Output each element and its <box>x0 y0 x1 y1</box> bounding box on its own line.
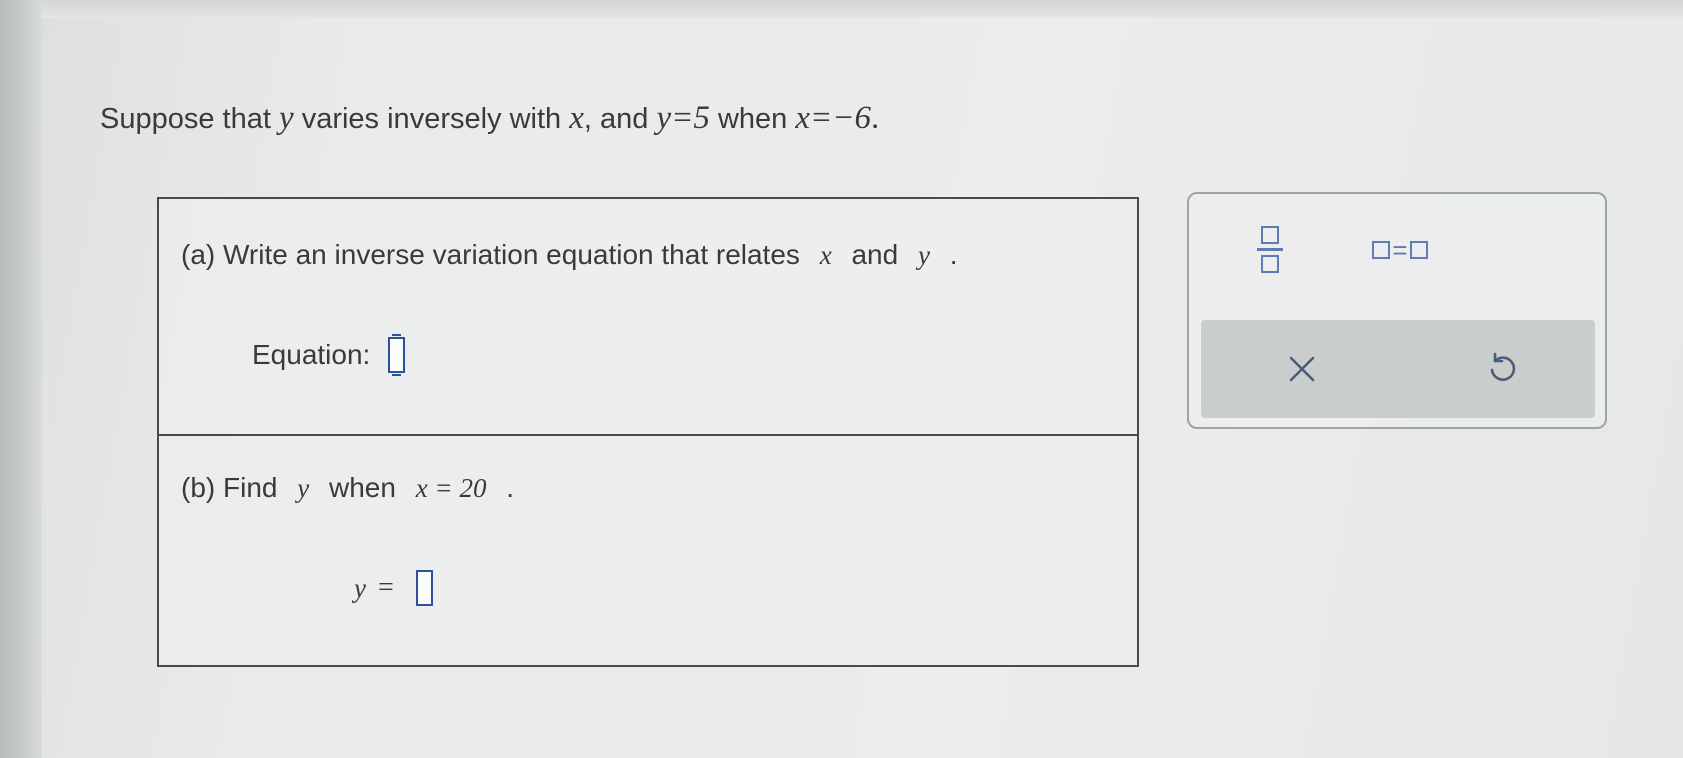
undo-button[interactable] <box>1477 346 1527 392</box>
fraction-button[interactable] <box>1247 222 1293 276</box>
equation-label: Equation: <box>252 339 371 370</box>
condition-x: x=−6 <box>795 100 872 136</box>
var-y: y <box>278 100 294 136</box>
part-a-var-y: y <box>917 240 930 270</box>
y-answer-row: y = <box>354 570 433 606</box>
left-box-icon <box>1372 241 1391 259</box>
part-b-condition: x = 20 <box>415 473 487 503</box>
condition-y: y=5 <box>656 100 710 136</box>
part-b-title: (b) Find y when x = 20 . <box>181 472 514 504</box>
numerator-box-icon <box>1261 225 1279 244</box>
right-box-icon <box>1409 241 1428 259</box>
equation-template-button[interactable]: = <box>1352 232 1448 268</box>
left-background-strip <box>0 0 42 758</box>
clear-button[interactable] <box>1277 346 1327 392</box>
part-a-label: (a) Write an inverse variation equation … <box>181 239 800 270</box>
equation-input[interactable] <box>388 334 406 376</box>
intro-text: Suppose that <box>100 103 271 135</box>
when-text: when <box>717 103 788 135</box>
denominator-box-icon <box>1261 254 1279 273</box>
fraction-bar-icon <box>1257 247 1283 251</box>
undo-icon <box>1490 352 1516 381</box>
equation-row: Equation: <box>252 334 406 376</box>
and-text: , and <box>583 103 649 135</box>
part-b-when-text: when <box>329 472 396 503</box>
equals-sign-icon: = <box>1392 235 1408 265</box>
part-a-var-x: x <box>819 240 832 270</box>
part-a-title: (a) Write an inverse variation equation … <box>181 239 958 271</box>
problem-statement: Suppose that y varies inversely with x, … <box>100 100 879 137</box>
part-b-var-y: y <box>297 473 310 503</box>
part-a-and-text: and <box>851 239 899 270</box>
action-bar <box>1201 320 1595 418</box>
part-a: (a) Write an inverse variation equation … <box>159 199 1137 436</box>
question-box: (a) Write an inverse variation equation … <box>157 197 1139 667</box>
part-b-label: (b) Find <box>181 472 278 503</box>
part-b-period: . <box>506 472 515 503</box>
answer-var-y: y <box>354 572 366 603</box>
varies-text: varies inversely with <box>301 103 562 135</box>
var-x: x <box>569 100 584 136</box>
close-icon <box>1289 356 1315 382</box>
y-answer-input[interactable] <box>415 570 433 606</box>
math-tool-panel: = <box>1187 192 1607 429</box>
part-b: (b) Find y when x = 20 . y = <box>159 436 1137 665</box>
top-background-strip <box>0 0 1683 18</box>
period: . <box>871 100 880 136</box>
part-a-period: . <box>949 239 958 270</box>
answer-equals: = <box>377 572 394 603</box>
